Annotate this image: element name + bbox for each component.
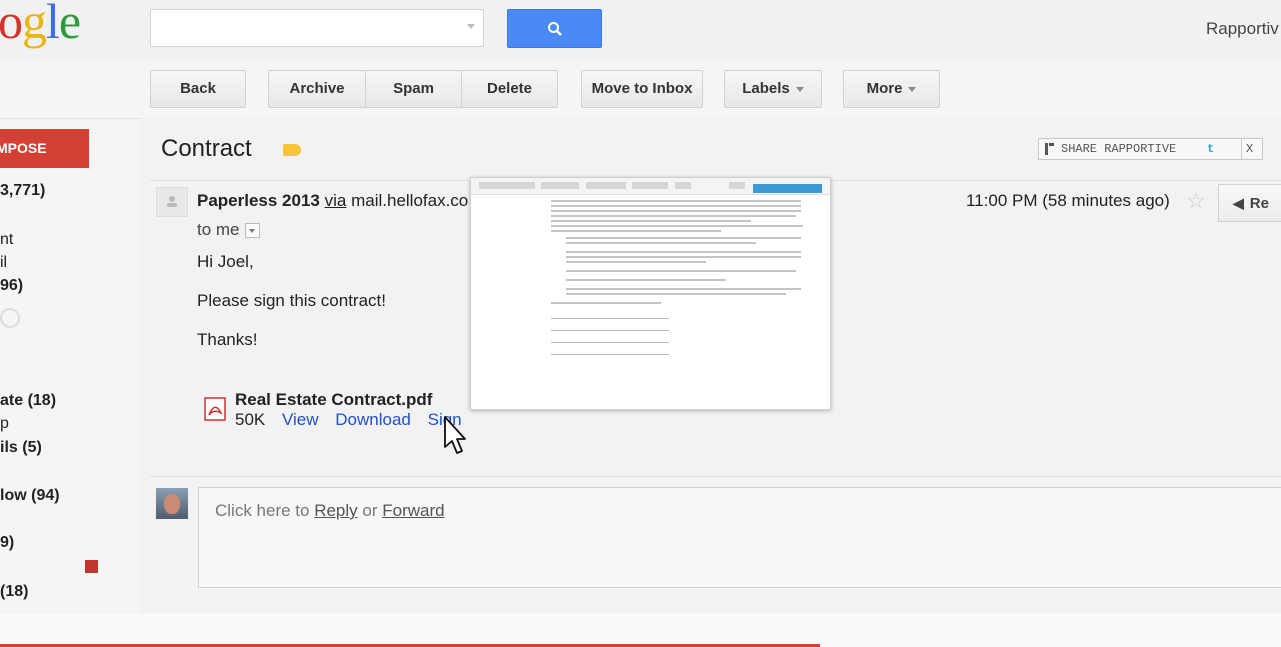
preview-tool-chip	[586, 182, 626, 189]
reply-arrow-icon: ◀	[1233, 195, 1244, 211]
person-icon	[167, 196, 177, 207]
sender-name: Paperless 2013	[197, 191, 320, 210]
bottom-area	[0, 614, 1281, 647]
body-signoff: Thanks!	[197, 330, 258, 349]
sidebar-item-inbox[interactable]: 3,771)	[0, 182, 45, 200]
top-bar: ogle Rapportiv	[0, 0, 1281, 60]
reply-prompt-prefix: Click here to	[215, 501, 315, 520]
show-details-dropdown[interactable]	[244, 223, 260, 239]
share-rapportive-label: SHARE RAPPORTIVE	[1061, 142, 1177, 156]
attachment-size: 50K	[235, 410, 266, 429]
attachment-name[interactable]: Real Estate Contract.pdf	[235, 390, 432, 410]
move-to-inbox-button[interactable]: Move to Inbox	[581, 70, 703, 108]
mouse-cursor-icon	[444, 416, 466, 454]
sidebar: MPOSE 3,771) nt il 96) ate (18) p ils (5…	[0, 118, 140, 618]
preview-tool-chip	[632, 182, 668, 189]
preview-tool-chip	[729, 182, 745, 189]
move-to-inbox-label: Move to Inbox	[591, 80, 693, 97]
sender-avatar[interactable]	[156, 187, 188, 217]
twitter-icon[interactable]: t	[1207, 139, 1214, 159]
sidebar-item-follow[interactable]: low (94)	[0, 487, 60, 505]
search-input[interactable]	[150, 9, 484, 47]
important-marker-icon[interactable]	[283, 144, 301, 156]
compose-button[interactable]: MPOSE	[0, 129, 89, 168]
sidebar-item-nine[interactable]: 9)	[0, 534, 14, 552]
share-rapportive-widget[interactable]: SHARE RAPPORTIVE t X	[1038, 138, 1263, 160]
more-button[interactable]: More	[843, 70, 940, 108]
sidebar-item-emails[interactable]: ils (5)	[0, 439, 42, 457]
divider	[150, 476, 1281, 477]
recipient-label: to me	[197, 220, 240, 239]
inline-forward-link[interactable]: Forward	[382, 501, 444, 520]
google-logo[interactable]: ogle	[0, 0, 81, 50]
user-avatar[interactable]	[156, 488, 188, 519]
preview-tool-chip	[541, 182, 579, 189]
attachment-actions: 50K View Download Sign	[235, 410, 474, 430]
close-icon[interactable]: X	[1241, 139, 1253, 159]
email-timestamp: 11:00 PM (58 minutes ago)	[966, 191, 1170, 210]
search-button[interactable]	[507, 9, 602, 48]
archive-button[interactable]: Archive	[268, 70, 366, 108]
via-link[interactable]: via	[325, 191, 347, 210]
sidebar-item-all-mail[interactable]: il	[0, 254, 7, 272]
rapportive-logo-icon	[1045, 143, 1048, 155]
rapportive-link[interactable]: Rapportiv	[1206, 19, 1279, 39]
sidebar-item-sent[interactable]: nt	[0, 231, 13, 249]
action-toolbar: Back Archive Spam Delete Move to Inbox L…	[0, 60, 1281, 119]
preview-save-button	[753, 184, 822, 193]
more-label: More	[866, 80, 903, 97]
back-label: Back	[180, 80, 216, 97]
label-color-swatch[interactable]	[85, 560, 98, 573]
search-options-caret-icon[interactable]	[467, 24, 475, 29]
star-icon[interactable]: ☆	[1186, 188, 1206, 214]
sidebar-item-eighteen[interactable]: (18)	[0, 583, 28, 601]
rapportive-logo-mark-icon	[1049, 143, 1054, 146]
preview-tool-chip	[479, 182, 535, 189]
reply-prompt: Click here to Reply or Forward	[215, 501, 445, 521]
body-greeting: Hi Joel,	[197, 252, 254, 271]
preview-toolbar	[471, 178, 830, 195]
delete-label: Delete	[486, 80, 533, 97]
spam-label: Spam	[393, 80, 434, 97]
reply-prompt-or: or	[357, 501, 383, 520]
user-face-icon	[164, 494, 180, 514]
document-preview-popup	[470, 177, 831, 410]
circles-icon[interactable]	[0, 308, 20, 328]
pdf-icon	[204, 397, 226, 421]
body-text: Please sign this contract!	[197, 291, 386, 310]
recipient-line: to me	[197, 220, 260, 240]
sidebar-item-spam[interactable]: 96)	[0, 277, 23, 295]
inline-reply-link[interactable]: Reply	[314, 501, 357, 520]
chevron-down-icon	[795, 86, 804, 92]
spam-button[interactable]: Spam	[365, 70, 462, 108]
delete-button[interactable]: Delete	[461, 70, 558, 108]
reply-forward-box[interactable]: Click here to Reply or Forward	[198, 487, 1281, 588]
reply-label: Re	[1249, 195, 1269, 212]
sender-domain: mail.hellofax.co	[351, 191, 469, 210]
download-link[interactable]: Download	[335, 410, 411, 429]
reply-button[interactable]: ◀ Re	[1218, 184, 1281, 222]
labels-button[interactable]: Labels	[724, 70, 822, 108]
back-button[interactable]: Back	[150, 70, 246, 108]
view-link[interactable]: View	[282, 410, 319, 429]
archive-label: Archive	[289, 80, 345, 97]
email-subject: Contract	[161, 135, 252, 162]
sender-line[interactable]: Paperless 2013 via mail.hellofax.co	[197, 191, 468, 211]
search-icon	[548, 22, 562, 36]
sidebar-item-label[interactable]: p	[0, 415, 9, 433]
chevron-down-icon	[908, 86, 917, 92]
labels-label: Labels	[742, 80, 790, 97]
sidebar-item-real-estate[interactable]: ate (18)	[0, 392, 56, 410]
preview-tool-chip	[675, 182, 691, 189]
